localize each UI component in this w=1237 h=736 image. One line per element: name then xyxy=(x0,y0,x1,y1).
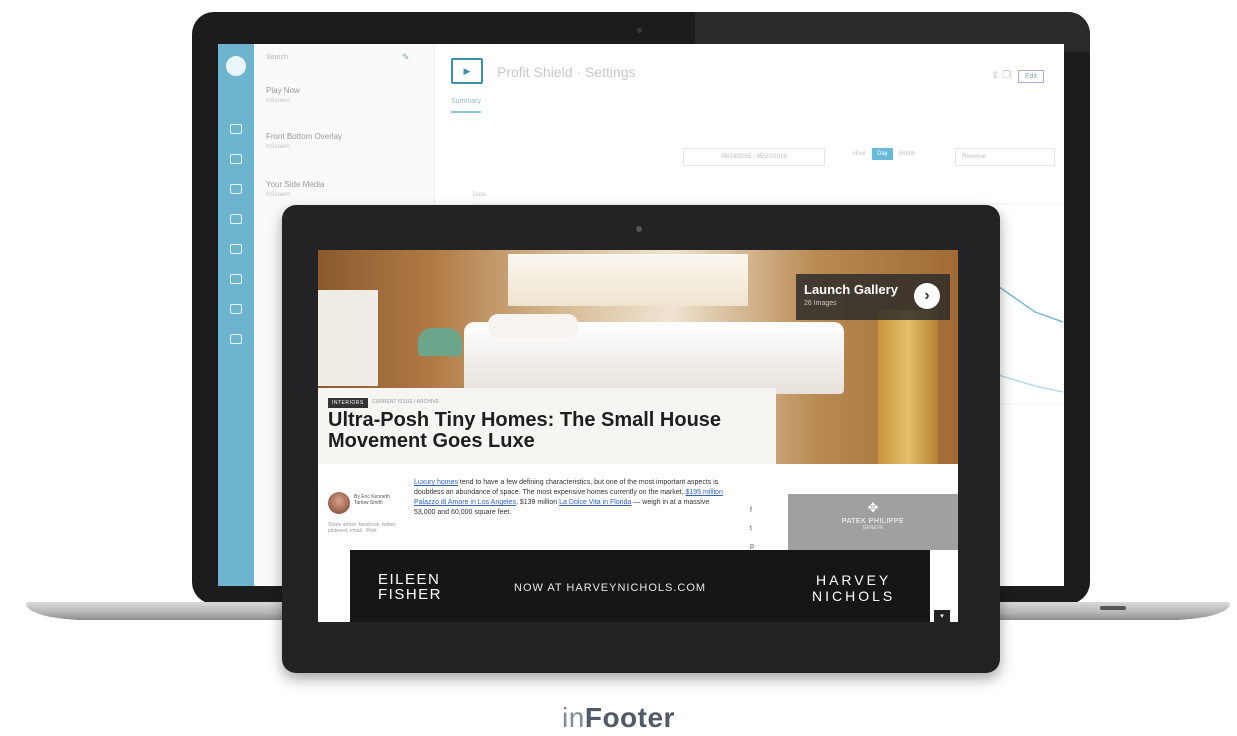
side-ad-brand: PATEK PHILIPPE xyxy=(841,518,905,525)
users-icon[interactable] xyxy=(230,244,242,254)
tablet-camera xyxy=(636,226,642,232)
app-logo-icon[interactable] xyxy=(226,56,246,76)
folder-icon[interactable] xyxy=(230,274,242,284)
close-icon[interactable]: ▾ xyxy=(934,610,950,624)
link-luxury-homes[interactable]: Luxury homes xyxy=(414,479,458,486)
side-ad-subtitle: GENEVE xyxy=(862,525,884,531)
list-item[interactable]: Play Now inScreen xyxy=(266,86,416,104)
list-item-subtitle: inScreen xyxy=(266,192,290,198)
ad-partner-logo: HARVEY NICHOLS xyxy=(812,572,896,604)
search-input[interactable]: Search xyxy=(266,54,288,61)
headline-card: INTERIORS CURRENT ISSUE / ARCHIVE Ultra-… xyxy=(318,388,776,464)
settings-icon[interactable] xyxy=(230,214,242,224)
avatar[interactable] xyxy=(328,492,350,514)
ad-call-to-action[interactable]: NOW AT HARVEYNICHOLS.COM xyxy=(514,582,706,594)
twitter-icon[interactable]: t xyxy=(750,520,754,538)
chart-icon[interactable] xyxy=(230,154,242,164)
article-headline: Ultra-Posh Tiny Homes: The Small House M… xyxy=(328,409,722,452)
launch-gallery-button[interactable]: Launch Gallery 26 Images › xyxy=(796,274,950,320)
hero-pillow xyxy=(488,314,578,338)
facebook-icon[interactable]: f xyxy=(750,502,754,520)
chart-line xyxy=(994,283,1064,323)
breadcrumb[interactable]: CURRENT ISSUE / ARCHIVE xyxy=(372,399,439,405)
list-icon[interactable] xyxy=(230,184,242,194)
laptop-camera xyxy=(637,28,642,33)
share-bar: f t p xyxy=(750,502,754,556)
brand-logo-icon: ✥ xyxy=(867,500,879,515)
list-item[interactable]: Front Bottom Overlay inScreen xyxy=(266,132,416,150)
link-la-dolce-vita[interactable]: La Dolce Vita in Florida xyxy=(559,499,631,506)
launch-gallery-count: 26 Images xyxy=(804,300,837,307)
chart-line xyxy=(994,373,1064,393)
side-advertisement[interactable]: ✥ PATEK PHILIPPE GENEVE xyxy=(788,494,958,550)
launch-gallery-title: Launch Gallery xyxy=(804,282,898,297)
body-text-1: tend to have a few defining characterist… xyxy=(414,479,719,496)
list-item-subtitle: inScreen xyxy=(266,144,290,150)
hero-window xyxy=(508,254,748,306)
hero-lamp xyxy=(418,328,462,356)
author-name[interactable]: By Eric Kenneth Tarlow Smith xyxy=(354,494,394,506)
category-tag[interactable]: INTERIORS xyxy=(328,398,368,408)
app-nav-rail xyxy=(218,44,254,586)
product-caption: inFooter xyxy=(0,702,1237,734)
pencil-icon[interactable]: ✎ xyxy=(402,52,410,63)
caption-suffix: Footer xyxy=(584,702,675,733)
list-item[interactable]: Your Side Media inScreen xyxy=(266,180,416,198)
caption-prefix: in xyxy=(562,702,585,733)
help-icon[interactable] xyxy=(230,304,242,314)
grid-icon[interactable] xyxy=(230,124,242,134)
author-meta: Share article: facebook, twitter, pinter… xyxy=(328,522,397,534)
list-item-title: Play Now xyxy=(266,86,300,95)
logout-icon[interactable] xyxy=(230,334,242,344)
laptop-notch xyxy=(1100,606,1126,610)
list-item-title: Your Side Media xyxy=(266,180,325,189)
hero-post xyxy=(878,310,938,464)
body-text-2: , $139 million xyxy=(515,499,560,506)
list-item-title: Front Bottom Overlay xyxy=(266,132,343,141)
tablet-screen: Launch Gallery 26 Images › INTERIORS CUR… xyxy=(318,250,958,622)
list-item-subtitle: inScreen xyxy=(266,98,290,104)
hero-curtain xyxy=(318,290,378,386)
ad-brand-logo: EILEEN FISHER xyxy=(378,571,443,603)
infooter-ad-banner[interactable]: EILEEN FISHER NOW AT HARVEYNICHOLS.COM H… xyxy=(350,550,930,622)
article-body: Luxury homes tend to have a few defining… xyxy=(414,478,730,518)
arrow-right-icon[interactable]: › xyxy=(914,283,940,309)
